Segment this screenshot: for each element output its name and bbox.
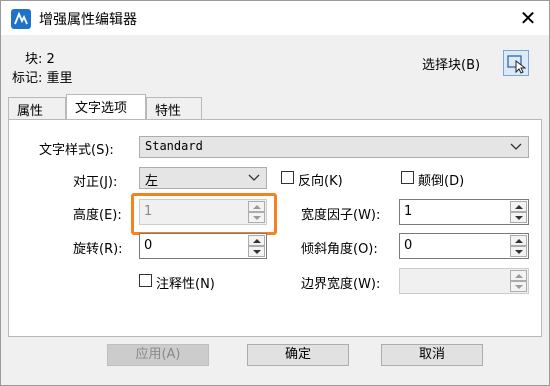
spin-down-icon[interactable] — [248, 246, 265, 257]
boundary-width-label: 边界宽度(W): — [301, 277, 381, 292]
app-icon — [11, 9, 31, 29]
spin-down-icon[interactable] — [510, 212, 527, 223]
width-factor-input[interactable]: 1 — [399, 199, 529, 225]
tab-attribute-label: 属性 — [17, 104, 44, 119]
width-factor-spinner[interactable] — [510, 201, 527, 223]
oblique-angle-label: 倾斜角度(O): — [301, 242, 378, 257]
tab-attribute[interactable]: 属性 — [8, 97, 66, 119]
enhanced-attribute-editor-dialog: 增强属性编辑器 ✕ 块: 2 标记: 重里 选择块(B) 属性 文字选项 特性 … — [0, 0, 550, 386]
select-block-label: 选择块(B) — [422, 58, 481, 73]
backwards-checkbox[interactable] — [281, 171, 294, 184]
text-style-select[interactable]: Standard — [139, 136, 529, 158]
tag-label: 标记: 重里 — [12, 71, 73, 86]
spin-up-icon[interactable] — [510, 235, 527, 246]
cancel-button[interactable]: 取消 — [381, 344, 483, 366]
rotation-label: 旋转(R): — [73, 242, 123, 257]
block-label: 块: 2 — [25, 52, 55, 67]
text-style-label: 文字样式(S): — [39, 143, 114, 158]
tab-properties[interactable]: 特性 — [146, 97, 202, 119]
ok-button[interactable]: 确定 — [247, 344, 349, 366]
close-icon[interactable]: ✕ — [513, 5, 543, 31]
rotation-spinner[interactable] — [248, 235, 265, 257]
annotative-label: 注释性(N) — [156, 277, 215, 292]
oblique-angle-spinner[interactable] — [510, 235, 527, 257]
apply-button[interactable]: 应用(A) — [107, 344, 209, 366]
upside-down-label: 颠倒(D) — [418, 174, 465, 189]
spin-up-icon[interactable] — [510, 201, 527, 212]
width-factor-label: 宽度因子(W): — [301, 208, 381, 223]
justify-select[interactable]: 左 — [139, 167, 267, 189]
justify-value: 左 — [145, 174, 159, 189]
spin-down-icon[interactable] — [510, 281, 527, 292]
spin-down-icon[interactable] — [510, 246, 527, 257]
spin-up-icon[interactable] — [510, 270, 527, 281]
justify-label: 对正(J): — [73, 175, 118, 190]
upside-down-checkbox[interactable] — [401, 171, 414, 184]
boundary-width-spinner[interactable] — [510, 270, 527, 292]
text-style-value: Standard — [145, 139, 203, 153]
tab-text-options-label: 文字选项 — [75, 101, 128, 116]
window-title: 增强属性编辑器 — [39, 12, 137, 28]
tab-text-options[interactable]: 文字选项 — [66, 94, 146, 119]
select-block-icon — [507, 55, 527, 74]
height-label: 高度(E): — [73, 208, 122, 223]
height-highlight-box — [131, 193, 277, 235]
oblique-angle-input[interactable]: 0 — [399, 233, 529, 259]
title-bar: 增强属性编辑器 ✕ — [1, 1, 549, 35]
chevron-down-icon — [510, 143, 522, 150]
rotation-value: 0 — [144, 238, 153, 253]
annotative-checkbox[interactable] — [139, 274, 152, 287]
oblique-angle-value: 0 — [404, 238, 413, 253]
tab-properties-label: 特性 — [155, 104, 182, 119]
chevron-down-icon — [248, 174, 260, 181]
rotation-input[interactable]: 0 — [139, 233, 267, 259]
backwards-label: 反向(K) — [298, 174, 343, 189]
select-block-button[interactable] — [503, 50, 529, 76]
spin-up-icon[interactable] — [248, 235, 265, 246]
width-factor-value: 1 — [404, 204, 413, 219]
boundary-width-input[interactable] — [399, 268, 529, 294]
